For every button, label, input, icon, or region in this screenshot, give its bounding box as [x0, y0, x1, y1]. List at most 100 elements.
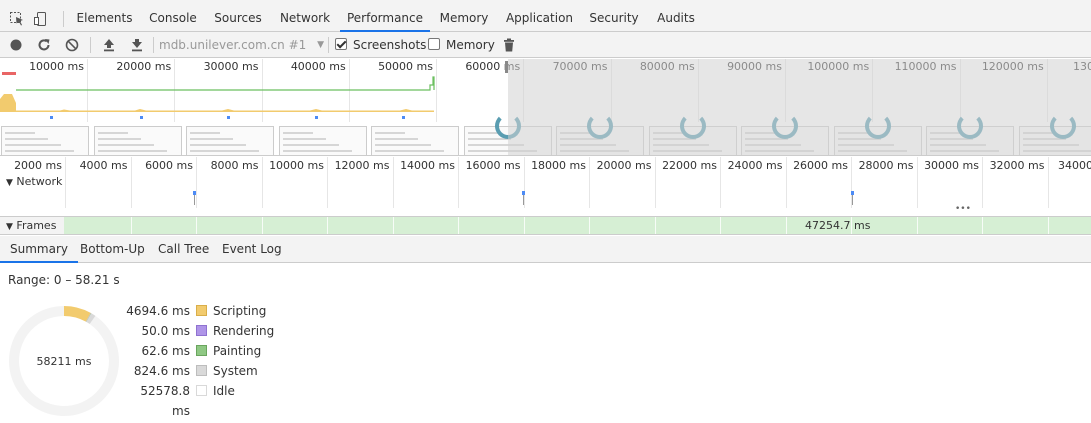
network-request[interactable]	[522, 191, 525, 205]
network-track-label[interactable]: ▼ Network	[6, 175, 62, 190]
favicon-fragment	[3, 0, 29, 4]
triangle-down-icon: ▼	[6, 178, 13, 188]
timeline-overview[interactable]: 10000 ms 20000 ms 30000 ms 40000 ms 50000 ms…	[0, 59, 1091, 156]
legend-swatch	[196, 365, 207, 376]
detail-tick-label: 18000 ms	[531, 159, 586, 172]
tab-bottom-up[interactable]: Bottom-Up	[80, 236, 145, 263]
legend-value: 62.6 ms	[141, 344, 190, 358]
legend-swatch	[196, 345, 207, 356]
tab-audits[interactable]: Audits	[652, 5, 700, 32]
network-track[interactable]: ▼ Network	[0, 175, 1091, 208]
detail-tick-label: 22000 ms	[662, 159, 717, 172]
detail-tick-label: 2000 ms	[14, 159, 62, 172]
tab-call-tree[interactable]: Call Tree	[158, 236, 209, 263]
memory-label: Memory	[446, 38, 495, 52]
frames-gridline	[589, 217, 590, 234]
frames-track[interactable]: ▼ Frames 47254.7 ms	[0, 216, 1091, 235]
save-profile-icon[interactable]	[129, 37, 145, 53]
screenshots-checkbox[interactable]	[335, 38, 347, 50]
detail-tick-label: 10000 ms	[269, 159, 324, 172]
toolbar-divider	[153, 37, 154, 53]
toolbar-divider	[90, 37, 91, 53]
legend-value: 52578.8 ms	[140, 384, 190, 418]
legend-name: System	[213, 364, 258, 378]
tab-security[interactable]: Security	[586, 5, 642, 32]
tab-elements[interactable]: Elements	[73, 5, 136, 32]
tab-summary[interactable]: Summary	[0, 236, 78, 263]
legend-name: Rendering	[213, 324, 275, 338]
frames-gridline	[654, 217, 656, 234]
device-toolbar-icon[interactable]	[33, 11, 49, 27]
performance-toolbar: mdb.unilever.com.cn #1 ▼ Screenshots Mem…	[0, 32, 1091, 58]
frames-gridline	[130, 217, 132, 234]
overview-unselected-region	[508, 59, 1091, 155]
network-request[interactable]	[193, 191, 196, 205]
detail-tick-label: 6000 ms	[145, 159, 193, 172]
pie-slice	[64, 306, 91, 322]
tab-sources[interactable]: Sources	[210, 5, 266, 32]
detail-tick-label: 30000 ms	[924, 159, 979, 172]
detail-tick-label: 32000 ms	[989, 159, 1045, 172]
tab-console[interactable]: Console	[145, 5, 201, 32]
legend-value: 50.0 ms	[141, 324, 190, 338]
frames-gridline	[458, 217, 459, 234]
devtools-tabbar: Elements Console Sources Network Perform…	[0, 5, 1091, 32]
detail-tick-label: 12000 ms	[334, 159, 390, 172]
frames-label-text: Frames	[16, 219, 57, 232]
frames-track-label[interactable]: ▼ Frames	[6, 219, 56, 234]
summary-total: 58211 ms	[37, 355, 92, 368]
screenshot-thumbnail[interactable]	[186, 126, 274, 155]
screenshot-thumbnail[interactable]	[278, 126, 367, 155]
screenshot-thumbnail[interactable]	[93, 126, 182, 155]
legend-name: Idle	[213, 384, 235, 398]
load-profile-icon[interactable]	[101, 37, 117, 53]
memory-checkbox[interactable]	[428, 38, 440, 50]
screenshot-thumbnail[interactable]	[371, 126, 459, 155]
reload-record-icon[interactable]	[36, 37, 52, 53]
summary-range: Range: 0 – 58.21 s	[8, 273, 120, 287]
detail-tick-label: 20000 ms	[596, 159, 652, 172]
frame-bar[interactable]	[64, 217, 1091, 234]
legend-value: 824.6 ms	[133, 364, 190, 378]
tab-memory[interactable]: Memory	[436, 5, 492, 32]
garbage-collect-icon[interactable]	[501, 37, 517, 53]
frames-gridline	[523, 217, 525, 234]
frame-duration: 47254.7 ms	[805, 219, 871, 232]
frames-gridline	[982, 217, 983, 234]
frames-gridline	[916, 217, 918, 234]
record-icon[interactable]	[8, 37, 24, 53]
detail-tick-label: 8000 ms	[210, 159, 259, 172]
profile-select[interactable]: mdb.unilever.com.cn #1 ▼	[159, 37, 324, 53]
legend-swatch	[196, 385, 207, 396]
screenshot-thumbnail[interactable]	[1, 126, 89, 155]
frames-gridline	[785, 217, 787, 234]
detail-tick-label: 24000 ms	[727, 159, 783, 172]
profile-select-value: mdb.unilever.com.cn #1	[159, 38, 307, 52]
overview-selection-handle[interactable]	[505, 61, 508, 73]
tab-application[interactable]: Application	[502, 5, 577, 32]
detail-tick-label: 28000 ms	[858, 159, 914, 172]
detail-ruler: 2000 ms 4000 ms 6000 ms 8000 ms 10000 ms 1200…	[0, 157, 1091, 175]
clear-icon[interactable]	[64, 37, 80, 53]
frames-gridline	[720, 217, 721, 234]
triangle-down-icon: ▼	[6, 222, 13, 232]
overview-activity-chart	[0, 76, 435, 119]
frames-gridline	[261, 217, 263, 234]
legend-name: Scripting	[213, 304, 267, 318]
frames-gridline	[327, 217, 328, 234]
summary-pie-chart: 58211 ms	[9, 306, 119, 416]
inspect-element-icon[interactable]	[9, 11, 25, 27]
resize-handle-icon[interactable]: •••	[955, 204, 971, 214]
tab-event-log[interactable]: Event Log	[222, 236, 282, 263]
details-tabbar: Summary Bottom-Up Call Tree Event Log	[0, 236, 1091, 263]
chevron-down-icon: ▼	[317, 40, 324, 50]
frames-gridline	[392, 217, 394, 234]
frames-gridline	[196, 217, 197, 234]
detail-tick-label: 34000	[1058, 159, 1091, 172]
detail-tick-label: 4000 ms	[79, 159, 128, 172]
tab-performance[interactable]: Performance	[340, 5, 430, 32]
screenshots-label: Screenshots	[353, 38, 427, 52]
network-request[interactable]	[851, 191, 854, 205]
frames-gridline	[1047, 217, 1049, 234]
tab-network[interactable]: Network	[275, 5, 335, 32]
